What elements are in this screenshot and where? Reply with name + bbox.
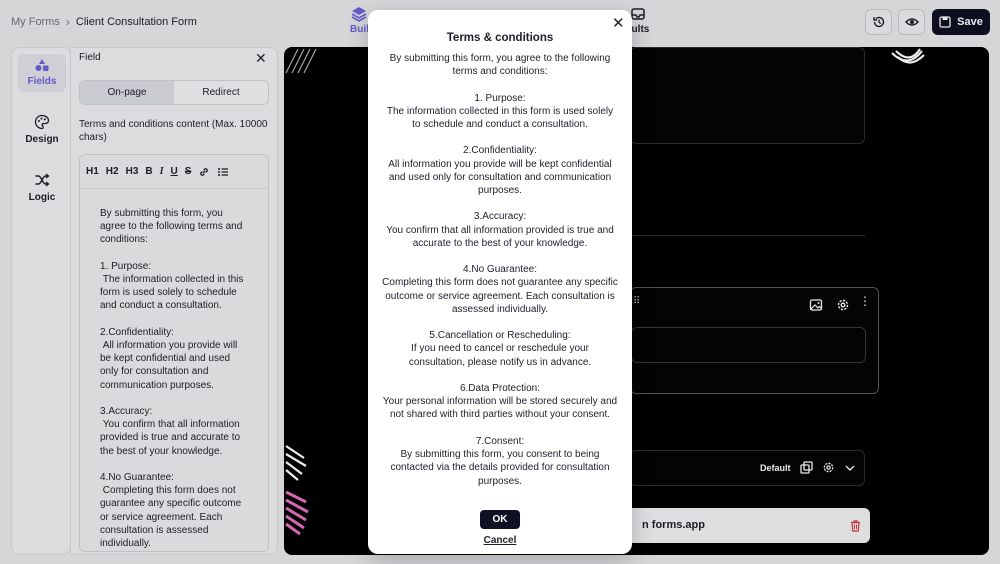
close-icon[interactable]: ✕: [612, 14, 625, 32]
modal-title: Terms & conditions: [446, 32, 554, 44]
cancel-button[interactable]: Cancel: [368, 535, 632, 546]
ok-button[interactable]: OK: [480, 510, 520, 529]
terms-modal: ✕ Terms & conditions By submitting this …: [368, 10, 632, 554]
terms-content: By submitting this form, you agree to th…: [382, 53, 618, 487]
